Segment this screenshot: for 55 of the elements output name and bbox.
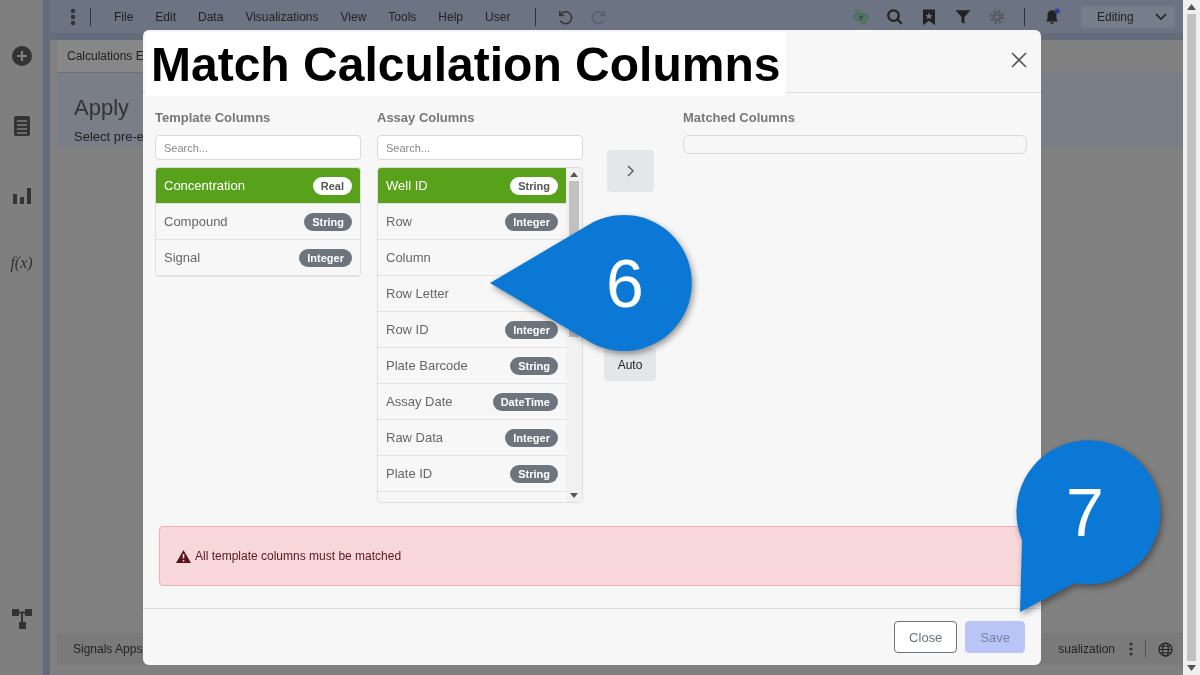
close-button[interactable]: Close — [894, 621, 958, 653]
chevron-right-icon[interactable] — [626, 165, 634, 177]
menu-item[interactable]: Edit — [144, 9, 188, 24]
page-heading: Apply — [74, 95, 130, 121]
hierarchy-icon[interactable] — [11, 609, 32, 629]
scroll-up-icon[interactable] — [570, 172, 578, 177]
type-tag: Integer — [505, 428, 558, 447]
search-icon[interactable] — [886, 7, 904, 26]
column-heading: Template Columns — [155, 110, 272, 125]
visualization-label[interactable]: sualization — [1058, 642, 1115, 656]
scroll-down-icon[interactable] — [570, 493, 578, 498]
menu-item[interactable]: Data — [187, 9, 235, 24]
menu-item[interactable]: Visualizations — [234, 9, 330, 24]
type-tag: String — [304, 212, 352, 231]
scroll-up-icon[interactable] — [1187, 4, 1196, 10]
type-tag: Integer — [299, 248, 352, 267]
close-icon[interactable] — [1011, 52, 1027, 68]
list-icon[interactable] — [13, 116, 30, 136]
search-field[interactable]: Search... — [155, 135, 361, 160]
apps-label[interactable]: Signals Apps — [73, 642, 143, 656]
column-list-item[interactable]: Well ID String — [378, 168, 566, 204]
type-tag: Integer — [505, 212, 558, 231]
column-list-item[interactable]: Concentration Real — [156, 168, 360, 204]
menu-item[interactable]: File — [103, 9, 145, 24]
type-tag: Real — [312, 176, 352, 195]
type-tag: Integer — [505, 320, 558, 339]
menu-item[interactable]: Tools — [377, 9, 428, 24]
scroll-down-icon[interactable] — [1187, 665, 1196, 671]
dialog-title: Match Calculation Columns — [145, 32, 787, 97]
warning-icon — [176, 549, 191, 563]
menu-item[interactable]: Help — [427, 9, 475, 24]
bookmark-star-icon[interactable] — [920, 7, 938, 26]
column-heading: Matched Columns — [683, 110, 796, 125]
filter-icon[interactable] — [954, 7, 972, 26]
page-subheading: Select pre-e — [74, 129, 145, 144]
auto-button[interactable]: Auto — [604, 348, 656, 381]
type-tag: String — [510, 356, 558, 375]
page-scrollbar[interactable] — [1183, 0, 1200, 675]
type-tag: String — [510, 176, 558, 195]
search-field[interactable]: Search... — [377, 135, 583, 160]
bar-chart-icon[interactable] — [12, 186, 31, 204]
column-heading: Assay Columns — [377, 110, 476, 125]
chevron-down-icon[interactable] — [1155, 12, 1167, 21]
globe-icon[interactable] — [1158, 641, 1173, 657]
mode-dropdown[interactable]: Editing — [1081, 5, 1175, 28]
type-tag: String — [510, 464, 558, 483]
more-icon[interactable] — [70, 7, 76, 26]
alert-message: All template columns must be matched — [195, 549, 402, 563]
type-tag: DateTime — [492, 392, 558, 411]
menu-item[interactable]: View — [329, 9, 378, 24]
function-icon[interactable]: f(x) — [10, 254, 33, 272]
menu-item[interactable]: User — [474, 9, 522, 24]
add-icon[interactable] — [11, 46, 32, 66]
more-icon[interactable] — [1129, 642, 1133, 656]
notification-bell-icon[interactable] — [1043, 7, 1061, 26]
